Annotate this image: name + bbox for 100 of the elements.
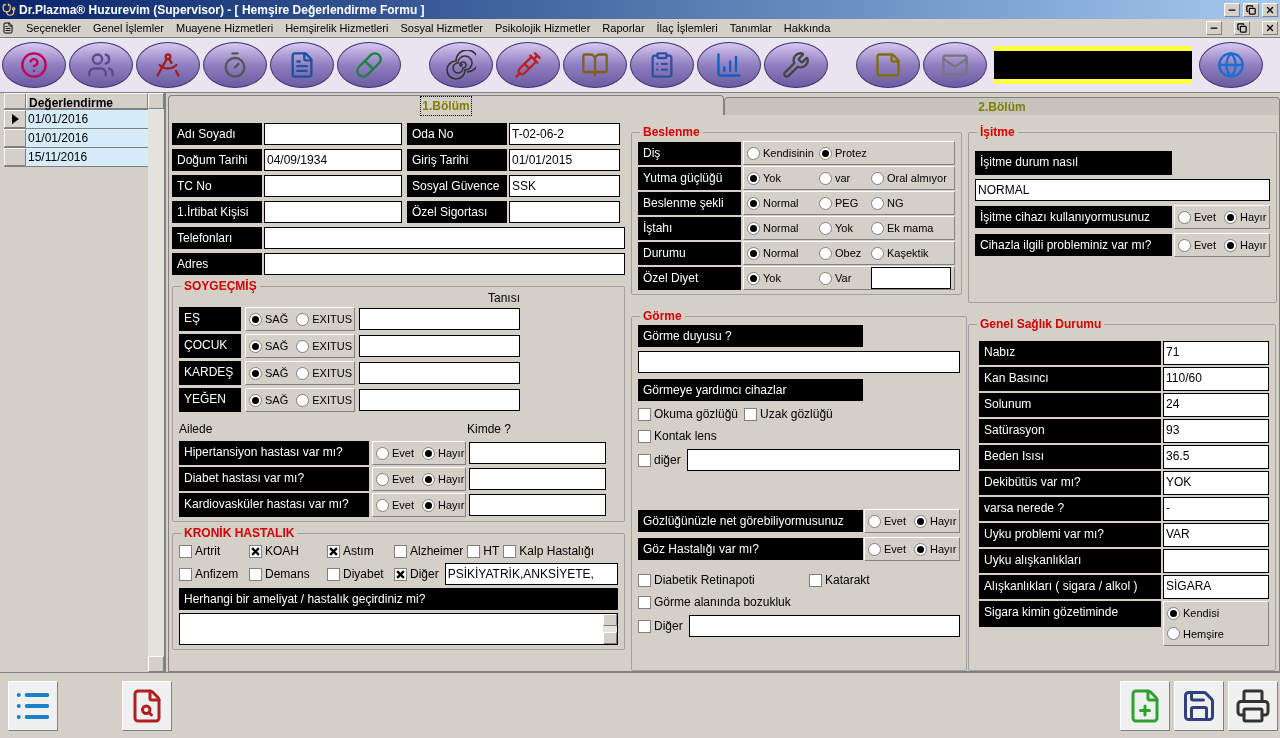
radio-option[interactable]: Normal: [747, 194, 819, 212]
radio-option[interactable]: Hayır: [1224, 236, 1267, 254]
restore-button[interactable]: [1234, 21, 1250, 35]
radio-option[interactable]: EXITUS: [296, 337, 352, 355]
checkbox[interactable]: Uzak gözlüğü: [744, 405, 833, 423]
input-field[interactable]: -: [1163, 497, 1269, 521]
radio-option[interactable]: NG: [871, 194, 951, 212]
input-field[interactable]: NORMAL: [975, 179, 1271, 201]
checkbox[interactable]: HT: [467, 542, 500, 560]
radio-option[interactable]: Hayır: [422, 470, 465, 488]
scrollbar[interactable]: [148, 93, 164, 672]
checkbox[interactable]: diğer: [638, 451, 681, 469]
input-field[interactable]: [638, 351, 961, 373]
checkbox[interactable]: Artrit: [179, 542, 245, 560]
input-field[interactable]: [359, 389, 520, 411]
radio-option[interactable]: SAĞ: [249, 337, 289, 355]
radio-option[interactable]: EXITUS: [296, 364, 352, 382]
input-field[interactable]: VAR: [1163, 523, 1269, 547]
radio-option[interactable]: Evet: [1178, 236, 1216, 254]
checkbox[interactable]: Diğer: [638, 617, 683, 635]
input-field[interactable]: [264, 253, 625, 275]
input-field[interactable]: 01/01/2015: [509, 149, 620, 171]
minimize-button[interactable]: [1206, 21, 1222, 35]
radio-option[interactable]: Hayır: [914, 512, 957, 530]
radio-option[interactable]: Evet: [376, 444, 414, 462]
menu-item[interactable]: İlaç İşlemleri: [656, 19, 718, 37]
radio-option[interactable]: Evet: [1178, 208, 1216, 226]
menu-item[interactable]: Tanımlar: [729, 19, 772, 37]
text-area[interactable]: [179, 613, 618, 645]
radio-option[interactable]: SAĞ: [249, 364, 289, 382]
input-field[interactable]: [264, 227, 625, 249]
radio-option[interactable]: Hayır: [422, 496, 465, 514]
input-field[interactable]: [688, 615, 961, 637]
radio-option[interactable]: Kaşektik: [871, 244, 951, 262]
radio-option[interactable]: PEG: [819, 194, 871, 212]
input-field[interactable]: SSK: [509, 175, 620, 197]
radio-option[interactable]: Oral almıyor: [871, 169, 951, 187]
checkbox[interactable]: Diyabet: [327, 565, 390, 583]
radio-option[interactable]: Evet: [868, 540, 906, 558]
close-button[interactable]: [1262, 2, 1278, 17]
new-button[interactable]: [1120, 680, 1170, 731]
radio-option[interactable]: EXITUS: [296, 310, 352, 328]
checkbox[interactable]: Diğer: [394, 565, 439, 583]
radio-option[interactable]: Protez: [819, 144, 871, 162]
input-field[interactable]: [359, 335, 520, 357]
list-button[interactable]: [8, 680, 58, 731]
checkbox[interactable]: Kalp Hastalığı: [503, 542, 595, 560]
radio-option[interactable]: Ek mama: [871, 219, 951, 237]
checkbox[interactable]: Kontak lens: [638, 427, 717, 445]
radio-option[interactable]: Yok: [819, 219, 871, 237]
checkbox[interactable]: Okuma gözlüğü: [638, 405, 739, 423]
checkbox[interactable]: Anfizem: [179, 565, 245, 583]
radio-option[interactable]: Evet: [868, 512, 906, 530]
restore-button[interactable]: [1243, 2, 1259, 17]
input-field[interactable]: 04/09/1934: [264, 149, 402, 171]
input-field[interactable]: T-02-06-2: [509, 123, 620, 145]
input-field[interactable]: PSİKİYATRİK,ANKSİYETE,: [444, 563, 618, 585]
input-field[interactable]: [509, 201, 620, 223]
radio-option[interactable]: Hayır: [1224, 208, 1267, 226]
radio-option[interactable]: Yok: [747, 269, 819, 287]
input-field[interactable]: [469, 494, 606, 516]
radio-option[interactable]: Normal: [747, 219, 819, 237]
radio-option[interactable]: var: [819, 169, 871, 187]
input-field[interactable]: SİGARA: [1163, 575, 1269, 599]
input-field[interactable]: [359, 362, 520, 384]
menu-item[interactable]: Seçenekler: [26, 19, 82, 37]
checkbox[interactable]: Astım: [327, 542, 390, 560]
input-field[interactable]: YOK: [1163, 471, 1269, 495]
menu-item[interactable]: Raporlar: [602, 19, 645, 37]
input-field[interactable]: [264, 201, 402, 223]
input-field[interactable]: 36.5: [1163, 445, 1269, 469]
radio-option[interactable]: SAĞ: [249, 391, 289, 409]
menu-item[interactable]: Psikolojik Hizmetler: [495, 19, 591, 37]
menu-item[interactable]: Hemşirelik Hizmetleri: [285, 19, 389, 37]
input-field[interactable]: [1163, 549, 1269, 573]
report-button[interactable]: [122, 680, 172, 731]
radio-option[interactable]: Evet: [376, 470, 414, 488]
minimize-button[interactable]: [1224, 2, 1240, 17]
radio-option[interactable]: Normal: [747, 244, 819, 262]
input-field[interactable]: 71: [1163, 341, 1269, 365]
radio-option[interactable]: Evet: [376, 496, 414, 514]
input-field[interactable]: 110/60: [1163, 367, 1269, 391]
radio-option[interactable]: Hayır: [914, 540, 957, 558]
checkbox[interactable]: Demans: [249, 565, 323, 583]
radio-option[interactable]: Obez: [819, 244, 871, 262]
menu-item[interactable]: Muayene Hizmetleri: [175, 19, 274, 37]
radio-option[interactable]: Kendisinin: [747, 144, 819, 162]
input-field[interactable]: 93: [1163, 419, 1269, 443]
input-field[interactable]: [264, 175, 402, 197]
radio-option[interactable]: Hemşire: [1167, 625, 1265, 642]
close-button[interactable]: [1262, 21, 1278, 35]
save-button[interactable]: [1174, 680, 1224, 731]
menu-item[interactable]: Hakkında: [783, 19, 831, 37]
radio-option[interactable]: SAĞ: [249, 310, 289, 328]
input-field[interactable]: 24: [1163, 393, 1269, 417]
checkbox[interactable]: Görme alanında bozukluk: [638, 593, 791, 611]
radio-option[interactable]: Yok: [747, 169, 819, 187]
row-header[interactable]: [4, 110, 26, 128]
radio-option[interactable]: Var: [819, 269, 871, 287]
menu-item[interactable]: Sosyal Hizmetler: [400, 19, 483, 37]
